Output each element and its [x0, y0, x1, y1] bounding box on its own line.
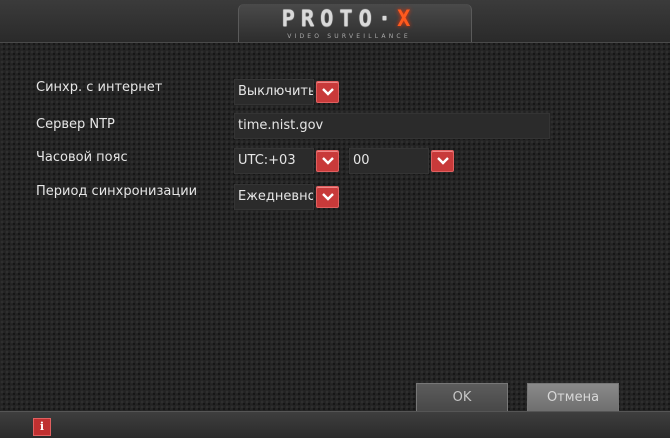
chevron-down-icon: [322, 88, 334, 96]
sync-period-label: Период синхронизации: [36, 184, 198, 199]
cancel-button[interactable]: Отмена: [527, 383, 619, 413]
timezone-label: Часовой пояс: [36, 150, 128, 165]
timezone-hours-dropdown-button[interactable]: [316, 150, 339, 172]
logo-x-mark: X: [397, 7, 417, 32]
logo-brand-text: PROTO: [281, 7, 378, 32]
info-icon[interactable]: i: [33, 418, 51, 436]
ok-button[interactable]: OK: [416, 383, 508, 413]
timezone-hours-select[interactable]: UTC:+03: [234, 148, 314, 174]
sync-period-select[interactable]: Ежедневно: [234, 184, 314, 210]
sync-dropdown-button[interactable]: [316, 81, 339, 103]
chevron-down-icon: [322, 193, 334, 201]
ntp-server-input[interactable]: time.nist.gov: [234, 113, 550, 139]
status-bar: i: [0, 411, 670, 438]
logo-dot: ·: [377, 7, 398, 32]
ntp-server-label: Сервер NTP: [36, 117, 115, 132]
sync-period-dropdown-button[interactable]: [316, 186, 339, 208]
logo: PROTO·X VIDEO SURVEILLANCE: [238, 4, 472, 42]
timezone-minutes-select[interactable]: 00: [349, 148, 429, 174]
chevron-down-icon: [437, 157, 449, 165]
sync-select[interactable]: Выключить: [234, 79, 314, 105]
timezone-minutes-dropdown-button[interactable]: [431, 150, 454, 172]
chevron-down-icon: [322, 157, 334, 165]
logo-title: PROTO·X: [249, 7, 449, 32]
settings-screen: PROTO·X VIDEO SURVEILLANCE Синхр. с инте…: [0, 0, 670, 438]
logo-subtitle: VIDEO SURVEILLANCE: [287, 33, 411, 40]
sync-label: Синхр. с интернет: [36, 80, 163, 95]
header-bar: PROTO·X VIDEO SURVEILLANCE: [0, 0, 670, 43]
